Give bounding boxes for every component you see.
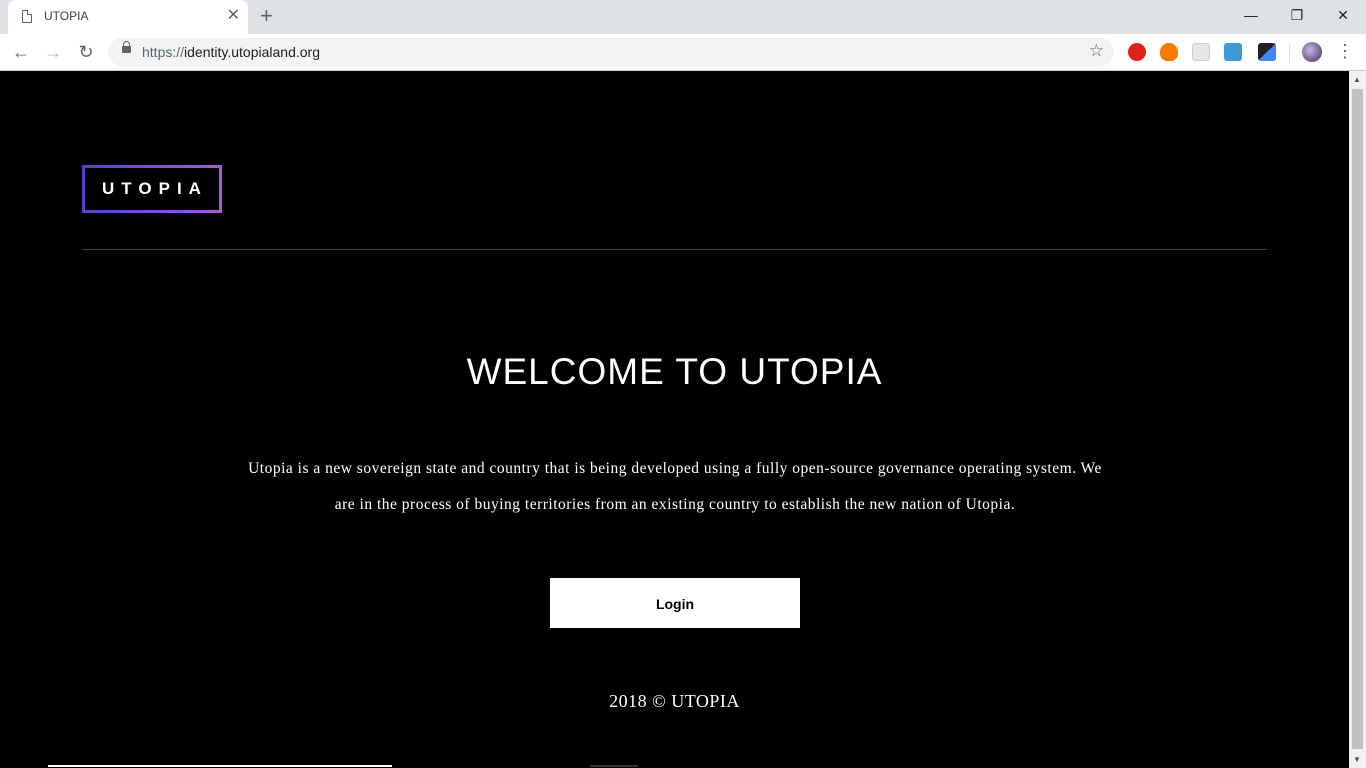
- browser-tab[interactable]: UTOPIA ✕: [8, 0, 248, 34]
- tab-strip: UTOPIA ✕ + — ❐ ✕: [0, 0, 1366, 34]
- bottom-bar: [48, 765, 392, 767]
- close-tab-icon[interactable]: ✕: [227, 7, 240, 25]
- profile-avatar[interactable]: [1302, 42, 1322, 62]
- close-window-button[interactable]: ✕: [1320, 0, 1366, 30]
- grid-extension-icon[interactable]: [1192, 43, 1210, 61]
- utopia-logo[interactable]: UTOPIA: [82, 165, 222, 213]
- back-button[interactable]: ←: [8, 39, 34, 65]
- forward-button[interactable]: →: [40, 39, 66, 65]
- opera-vpn-extension-icon[interactable]: [1128, 43, 1146, 61]
- page-content: UTOPIA WELCOME TO UTOPIA Utopia is a new…: [0, 71, 1349, 768]
- intro-paragraph: Utopia is a new sovereign state and coun…: [248, 460, 1102, 513]
- scroll-down-icon[interactable]: ▼: [1353, 755, 1361, 764]
- new-tab-button[interactable]: +: [260, 4, 273, 28]
- bookmark-star-icon[interactable]: ☆: [1089, 41, 1104, 61]
- header-divider: [82, 249, 1267, 250]
- restore-button[interactable]: ❐: [1274, 0, 1320, 30]
- browser-toolbar: ← → ↻ https://identity.utopialand.org ☆ …: [0, 34, 1366, 71]
- footer-copyright: 2018 © UTOPIA: [609, 691, 740, 711]
- toolbar-divider: [1289, 44, 1290, 62]
- address-bar[interactable]: https://identity.utopialand.org ☆: [108, 38, 1114, 66]
- url-text[interactable]: https://identity.utopialand.org: [142, 44, 320, 60]
- g-extension-icon[interactable]: [1224, 43, 1242, 61]
- fire-extension-icon[interactable]: [1160, 43, 1178, 61]
- logo-text: UTOPIA: [102, 179, 208, 198]
- scroll-thumb[interactable]: [1352, 89, 1363, 749]
- page-title: WELCOME TO UTOPIA: [466, 351, 883, 392]
- login-button[interactable]: Login: [550, 578, 800, 628]
- minimize-button[interactable]: —: [1228, 0, 1274, 30]
- page-icon: [22, 10, 32, 23]
- scroll-up-icon[interactable]: ▲: [1353, 75, 1361, 84]
- reload-button[interactable]: ↻: [73, 39, 99, 65]
- pen-extension-icon[interactable]: [1258, 43, 1276, 61]
- lock-icon: [122, 41, 131, 53]
- bottom-mark: [590, 765, 638, 767]
- tab-title: UTOPIA: [44, 9, 89, 23]
- browser-menu-icon[interactable]: ⋮: [1336, 41, 1354, 61]
- page-scrollbar[interactable]: ▲ ▼: [1349, 71, 1366, 768]
